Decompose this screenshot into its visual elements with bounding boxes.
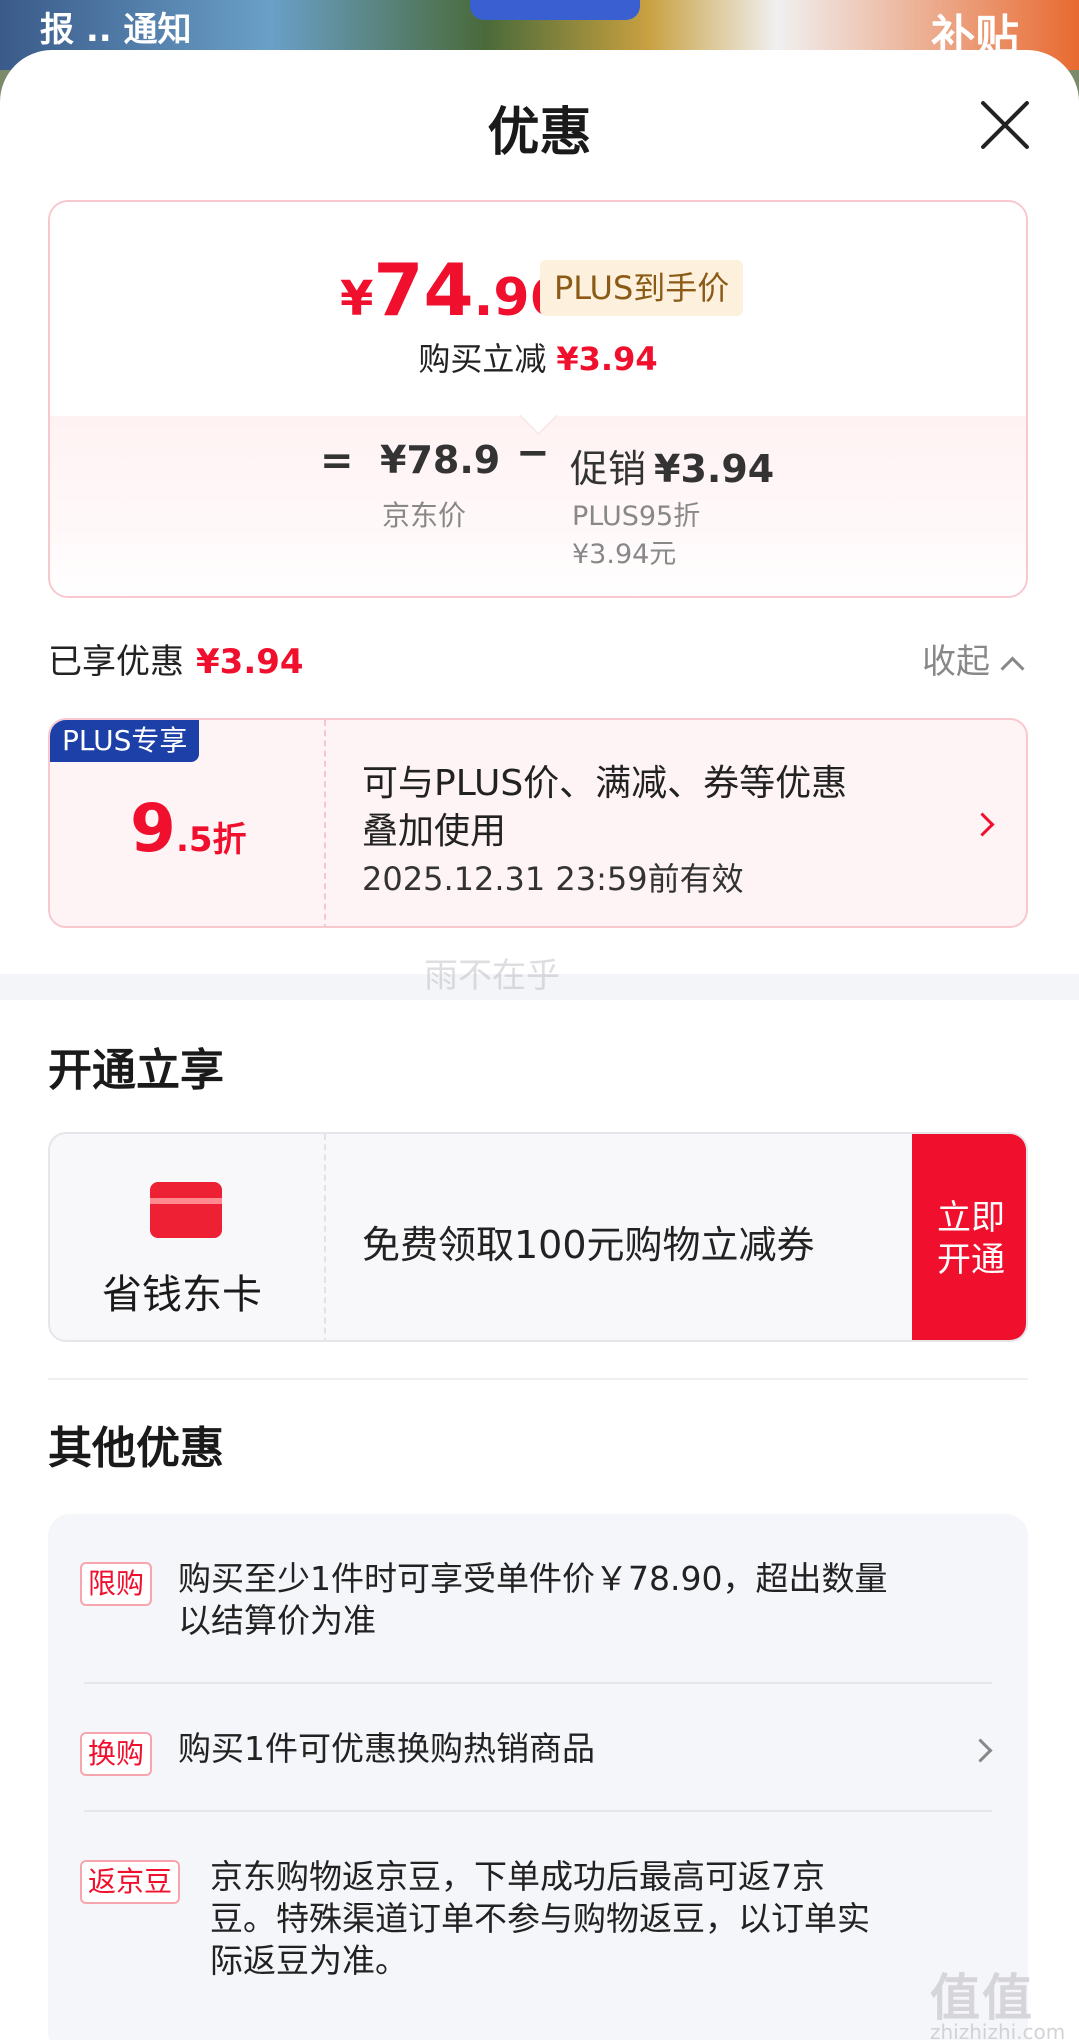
plus-coupon[interactable]: PLUS专享 9.5折 可与PLUS价、满减、券等优惠 叠加使用 2025.12…	[48, 718, 1028, 928]
other-offers-title: 其他优惠	[48, 1423, 224, 1474]
purchase-limit-text: 购买至少1件时可享受单件价￥78.90，超出数量	[178, 1559, 888, 1598]
membership-divider	[324, 1134, 326, 1340]
discount-int: 9	[130, 790, 176, 867]
discount-sheet: 优惠 ¥74.96 PLUS到手价 购买立减 ¥3.94 = ¥78.9 京东价 …	[0, 50, 1079, 2040]
row-divider	[84, 1682, 992, 1684]
promotion-amount: ¥3.94	[654, 447, 775, 491]
chevron-right-icon	[970, 812, 995, 837]
membership-name: 省钱东卡	[102, 1272, 262, 1318]
price-breakdown-card: ¥74.96 PLUS到手价 购买立减 ¥3.94 = ¥78.9 京东价 − 促…	[48, 200, 1028, 598]
jingdou-text-cont: 豆。特殊渠道订单不参与购物返豆，以订单实	[210, 1899, 870, 1938]
plus-price-tag: PLUS到手价	[540, 260, 744, 316]
promotion-detail: PLUS95折	[572, 501, 701, 532]
coupon-description: 可与PLUS价、满减、券等优惠	[362, 763, 848, 804]
jingdou-text: 京东购物返京豆，下单成功后最高可返7京	[210, 1857, 825, 1896]
chevron-up-icon	[1000, 656, 1025, 681]
coupon-discount: 9.5折	[130, 790, 247, 867]
instant-discount-label: 购买立减	[418, 340, 547, 378]
instant-discount-line: 购买立减 ¥3.94	[50, 334, 1026, 380]
minus-sign: −	[516, 430, 550, 476]
enjoyed-discount: 已享优惠 ¥3.94	[48, 634, 304, 683]
coupon-validity: 2025.12.31 23:59前有效	[362, 860, 744, 898]
jd-price: ¥78.9	[380, 438, 501, 482]
other-offers-list: 限购 购买至少1件时可享受单件价￥78.90，超出数量 以结算价为准 换购 购买…	[48, 1514, 1028, 2040]
final-price: ¥74.96	[340, 248, 566, 332]
divider	[48, 1378, 1028, 1380]
site-watermark-url: zhizhizhi.com	[930, 2020, 1066, 2040]
open-now-line1: 立即	[937, 1198, 1005, 1238]
chevron-right-icon[interactable]	[968, 1738, 993, 1763]
instant-discount-amount: ¥3.94	[556, 340, 658, 378]
banner-left-text: 报 .. 通知	[40, 10, 192, 50]
purchase-limit-text-cont: 以结算价为准	[178, 1601, 376, 1640]
purchase-limit-tag: 限购	[80, 1562, 153, 1606]
collapse-button[interactable]: 收起	[922, 634, 1025, 683]
enjoyed-amount: ¥3.94	[196, 642, 304, 682]
jingdou-text-cont2: 际返豆为准。	[210, 1941, 408, 1980]
trade-in-tag: 换购	[80, 1732, 153, 1776]
coupon-divider	[324, 720, 326, 926]
enjoyed-label: 已享优惠	[48, 642, 184, 682]
promotion-detail-amount: ¥3.94元	[572, 539, 677, 570]
user-watermark: 雨不在乎	[424, 956, 560, 996]
trade-in-text[interactable]: 购买1件可优惠换购热销商品	[178, 1728, 595, 1770]
banner-center-pill	[470, 0, 640, 20]
jd-price-label: 京东价	[382, 499, 467, 532]
card-icon	[150, 1182, 222, 1238]
promotion: 促销 ¥3.94	[570, 438, 774, 493]
membership-card: 省钱东卡 免费领取100元购物立减券 立即 开通	[48, 1132, 1028, 1342]
equals-sign: =	[320, 438, 354, 484]
membership-benefit: 免费领取100元购物立减券	[362, 1223, 815, 1267]
plus-exclusive-badge: PLUS专享	[50, 720, 200, 762]
membership-section-title: 开通立享	[48, 1045, 224, 1096]
jingdou-tag: 返京豆	[80, 1860, 181, 1904]
promotion-label: 促销	[570, 447, 647, 491]
coupon-description-cont: 叠加使用	[362, 811, 507, 852]
row-divider	[84, 1810, 992, 1812]
discount-rest: .5折	[175, 820, 247, 860]
open-now-button[interactable]: 立即 开通	[912, 1134, 1026, 1340]
open-now-line2: 开通	[937, 1240, 1005, 1280]
final-price-int: 74	[373, 248, 474, 332]
final-price-yen: ¥	[340, 271, 374, 327]
sheet-title: 优惠	[487, 103, 592, 163]
close-icon[interactable]	[978, 98, 1032, 152]
collapse-label: 收起	[922, 642, 990, 682]
